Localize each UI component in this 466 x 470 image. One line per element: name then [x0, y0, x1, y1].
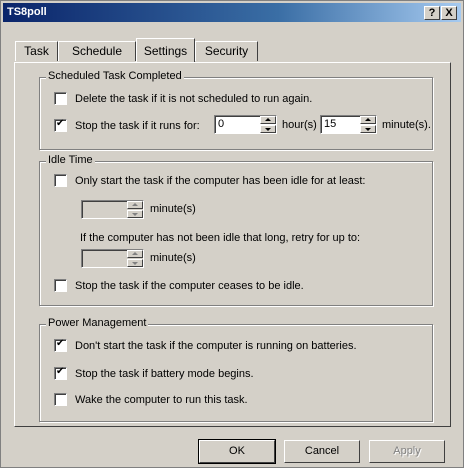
group-title: Scheduled Task Completed — [46, 70, 184, 82]
delete-task-option[interactable]: Delete the task if it is not scheduled t… — [54, 92, 312, 105]
cancel-button[interactable]: Cancel — [284, 440, 360, 463]
apply-button[interactable]: Apply — [369, 440, 445, 463]
help-button[interactable]: ? — [424, 6, 440, 20]
battery-mode-checkbox[interactable] — [54, 366, 67, 380]
spinner-arrows — [127, 250, 143, 267]
stop-task-option[interactable]: Stop the task if it runs for: — [54, 118, 200, 132]
spin-up-icon[interactable] — [127, 250, 143, 258]
option-label: Only start the task if the computer has … — [75, 174, 366, 187]
idle-time-group: Idle Time Only start the task if the com… — [39, 154, 433, 306]
tab-schedule[interactable]: Schedule — [58, 41, 136, 61]
option-label: Stop the task if the computer ceases to … — [75, 279, 304, 292]
batteries-checkbox[interactable] — [54, 338, 67, 352]
close-button[interactable]: X — [441, 6, 457, 20]
idle-minutes-spinner[interactable] — [81, 200, 144, 219]
hours-unit-label: hour(s) — [282, 119, 317, 131]
scheduled-task-group: Scheduled Task Completed Delete the task… — [39, 70, 433, 150]
battery-mode-option[interactable]: Stop the task if battery mode begins. — [54, 366, 254, 380]
spin-up-icon[interactable] — [260, 116, 276, 124]
spinner-arrows — [360, 116, 376, 133]
only-start-idle-checkbox[interactable] — [54, 174, 67, 187]
minutes-unit-label: minute(s). — [382, 119, 431, 131]
delete-task-checkbox[interactable] — [54, 92, 67, 105]
stop-idle-checkbox[interactable] — [54, 279, 67, 292]
group-title: Power Management — [46, 317, 149, 329]
spin-down-icon[interactable] — [127, 259, 143, 267]
stop-idle-option[interactable]: Stop the task if the computer ceases to … — [54, 279, 304, 292]
tab-security[interactable]: Security — [195, 41, 258, 61]
ok-button[interactable]: OK — [198, 439, 276, 464]
hours-spinner[interactable]: 0 — [214, 115, 277, 134]
title-bar: TS8poll ? X — [3, 3, 461, 22]
spin-up-icon[interactable] — [127, 201, 143, 209]
retry-minutes-spinner[interactable] — [81, 249, 144, 268]
wake-checkbox[interactable] — [54, 393, 67, 406]
spin-down-icon[interactable] — [127, 210, 143, 218]
tab-task[interactable]: Task — [15, 41, 58, 61]
retry-text: If the computer has not been idle that l… — [80, 232, 361, 244]
group-title: Idle Time — [46, 154, 95, 166]
retry-minutes-unit-label: minute(s) — [150, 252, 196, 264]
option-label: Don't start the task if the computer is … — [75, 339, 357, 352]
power-management-group: Power Management Don't start the task if… — [39, 317, 433, 422]
option-label: Wake the computer to run this task. — [75, 393, 248, 406]
spinner-arrows — [260, 116, 276, 133]
properties-dialog: TS8poll ? X Task Schedule Settings Secur… — [0, 0, 464, 468]
only-start-idle-option[interactable]: Only start the task if the computer has … — [54, 174, 365, 187]
option-label: Stop the task if it runs for: — [75, 119, 200, 132]
settings-panel: Scheduled Task Completed Delete the task… — [14, 62, 451, 427]
hours-value[interactable]: 0 — [218, 118, 224, 130]
stop-task-checkbox[interactable] — [54, 118, 67, 132]
minutes-value[interactable]: 15 — [324, 118, 336, 130]
option-label: Stop the task if battery mode begins. — [75, 367, 254, 380]
spin-down-icon[interactable] — [360, 125, 376, 133]
spinner-arrows — [127, 201, 143, 218]
tab-settings[interactable]: Settings — [136, 38, 195, 62]
minutes-spinner[interactable]: 15 — [320, 115, 377, 134]
batteries-option[interactable]: Don't start the task if the computer is … — [54, 338, 357, 352]
window-title: TS8poll — [7, 6, 47, 18]
option-label: Delete the task if it is not scheduled t… — [75, 92, 313, 105]
spin-down-icon[interactable] — [260, 125, 276, 133]
idle-minutes-unit-label: minute(s) — [150, 203, 196, 215]
wake-option[interactable]: Wake the computer to run this task. — [54, 393, 248, 406]
spin-up-icon[interactable] — [360, 116, 376, 124]
